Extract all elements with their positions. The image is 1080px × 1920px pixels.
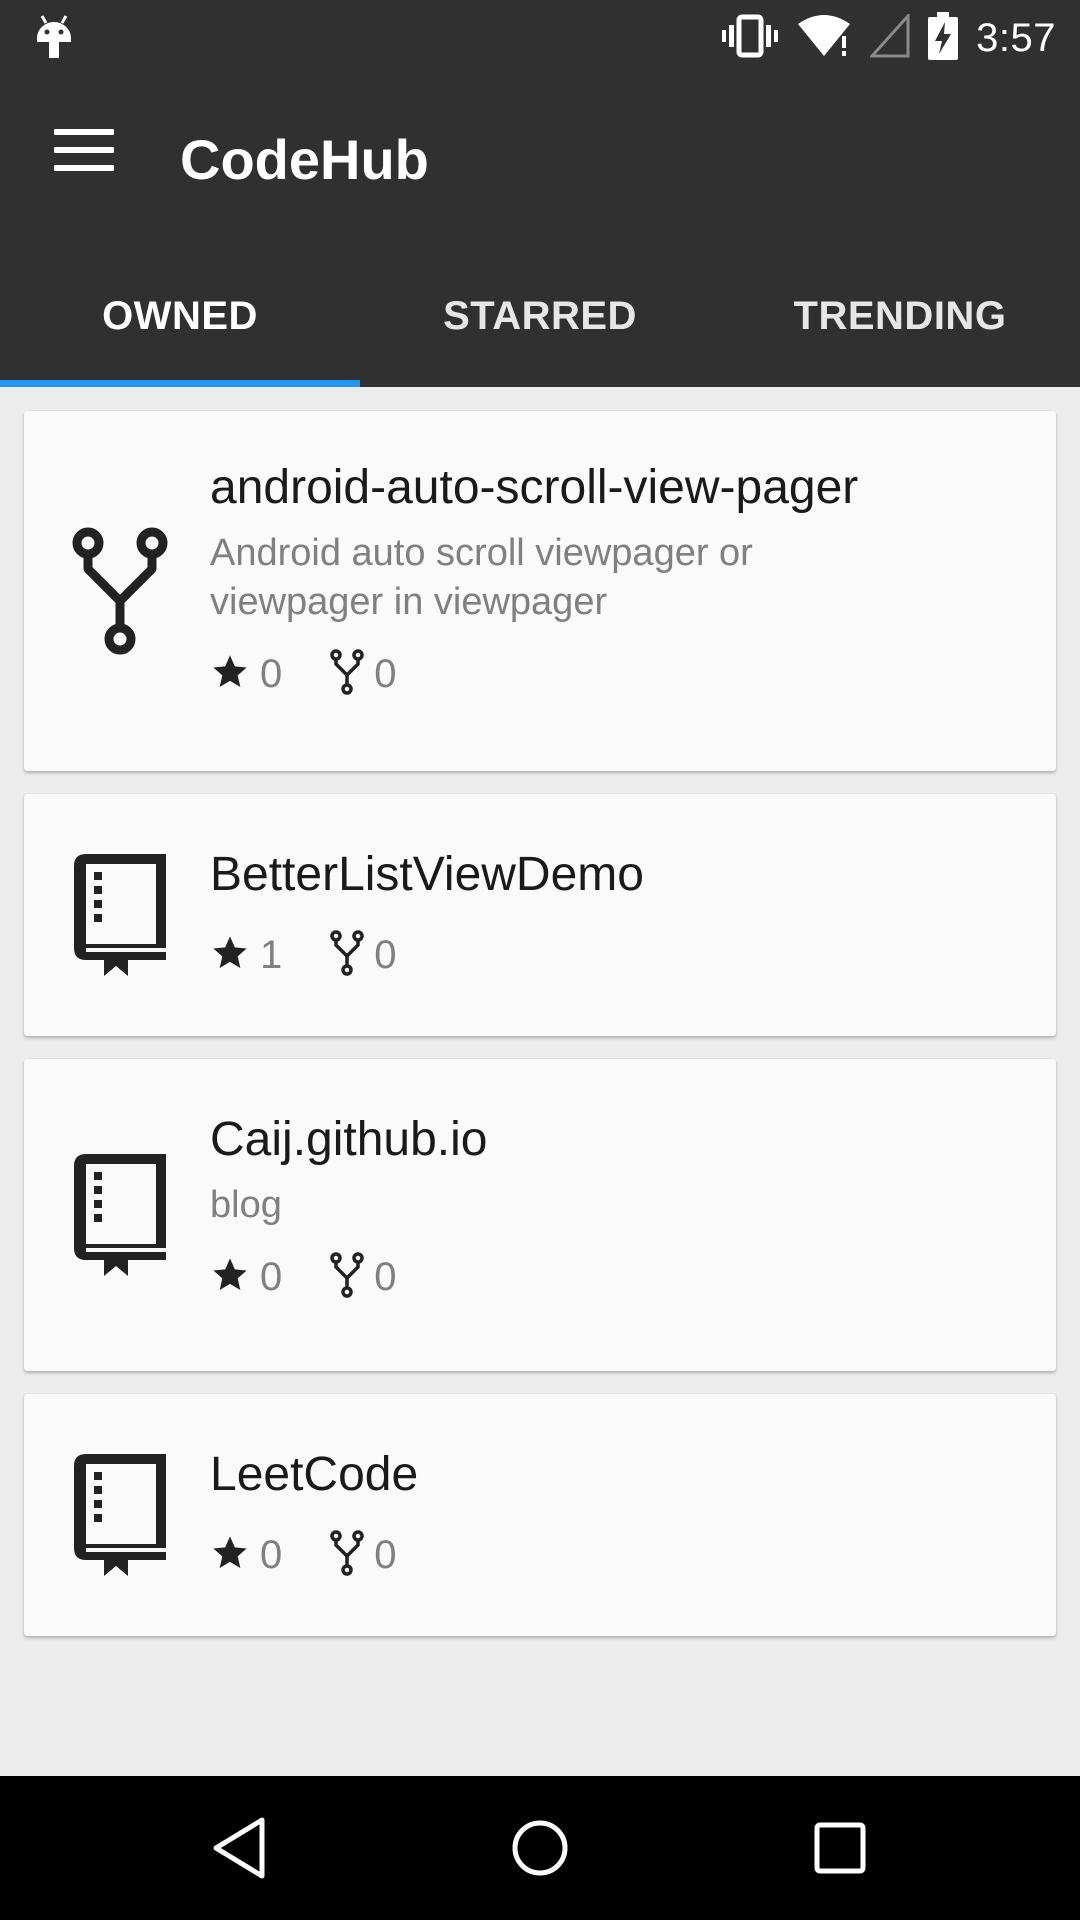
android-icon [34, 14, 74, 65]
fork-count: 0 [330, 1529, 397, 1581]
repo-description-line: Android auto scroll viewpager or [210, 531, 753, 574]
repo-description: blog [210, 1181, 1016, 1230]
repo-description-line: blog [210, 1183, 282, 1226]
back-icon[interactable] [200, 1808, 280, 1888]
star-count-value: 0 [260, 1254, 283, 1299]
star-count: 0 [210, 652, 282, 697]
repo-description: Android auto scroll viewpager or viewpag… [210, 529, 1016, 627]
repo-book-icon [70, 850, 170, 980]
wifi-icon [796, 14, 852, 63]
star-icon [210, 1533, 250, 1578]
star-count-value: 0 [260, 1532, 283, 1577]
fork-icon [330, 648, 364, 700]
signal-icon [868, 11, 910, 63]
star-count-value: 1 [260, 932, 283, 977]
navigation-bar [0, 1776, 1080, 1920]
vibrate-icon [722, 14, 779, 63]
app-title: CodeHub [180, 128, 429, 191]
status-bar: 3:57 [0, 0, 1080, 75]
fork-icon [330, 1529, 364, 1581]
repo-name: android-auto-scroll-view-pager [210, 461, 859, 514]
fork-count: 0 [330, 929, 397, 981]
recents-icon[interactable] [800, 1808, 880, 1888]
star-count: 0 [210, 1533, 282, 1578]
fork-count-value: 0 [374, 1254, 397, 1299]
repo-name: LeetCode [210, 1448, 419, 1501]
list-item[interactable]: android-auto-scroll-view-pager Android a… [24, 411, 1056, 771]
fork-icon [330, 929, 364, 981]
repo-stats: 0 0 [210, 1251, 1016, 1303]
fork-icon [330, 1251, 364, 1303]
clock: 3:57 [976, 15, 1056, 60]
repo-description-line: viewpager in viewpager [210, 580, 608, 623]
tab-bar: OWNED STARRED TRENDING [0, 245, 1080, 387]
tab-trending[interactable]: TRENDING [720, 245, 1080, 387]
repo-book-icon [70, 1450, 170, 1580]
fork-count: 0 [330, 648, 397, 700]
fork-count-value: 0 [374, 932, 397, 977]
star-count: 1 [210, 933, 282, 978]
fork-count-value: 0 [374, 1532, 397, 1577]
tab-starred[interactable]: STARRED [360, 245, 720, 387]
list-item[interactable]: LeetCode 0 0 [24, 1394, 1056, 1636]
repo-book-icon [70, 1150, 170, 1280]
repo-stats: 1 0 [210, 929, 1016, 981]
star-icon [210, 933, 250, 978]
repo-name: BetterListViewDemo [210, 848, 644, 901]
fork-icon [70, 526, 170, 656]
home-icon[interactable] [500, 1808, 580, 1888]
repo-stats: 0 0 [210, 648, 1016, 700]
list-item[interactable]: BetterListViewDemo 1 0 [24, 794, 1056, 1036]
repo-stats: 0 0 [210, 1529, 1016, 1581]
tab-owned[interactable]: OWNED [0, 245, 360, 387]
fork-count-value: 0 [374, 651, 397, 696]
hamburger-menu-icon[interactable] [54, 129, 114, 177]
star-count-value: 0 [260, 651, 283, 696]
fork-count: 0 [330, 1251, 397, 1303]
app-bar: CodeHub [0, 75, 1080, 245]
repo-list: android-auto-scroll-view-pager Android a… [24, 411, 1056, 1659]
star-icon [210, 1255, 250, 1300]
star-icon [210, 652, 250, 697]
battery-charging-icon [928, 11, 959, 65]
repo-name: Caij.github.io [210, 1113, 488, 1166]
list-item[interactable]: Caij.github.io blog 0 0 [24, 1059, 1056, 1371]
star-count: 0 [210, 1255, 282, 1300]
